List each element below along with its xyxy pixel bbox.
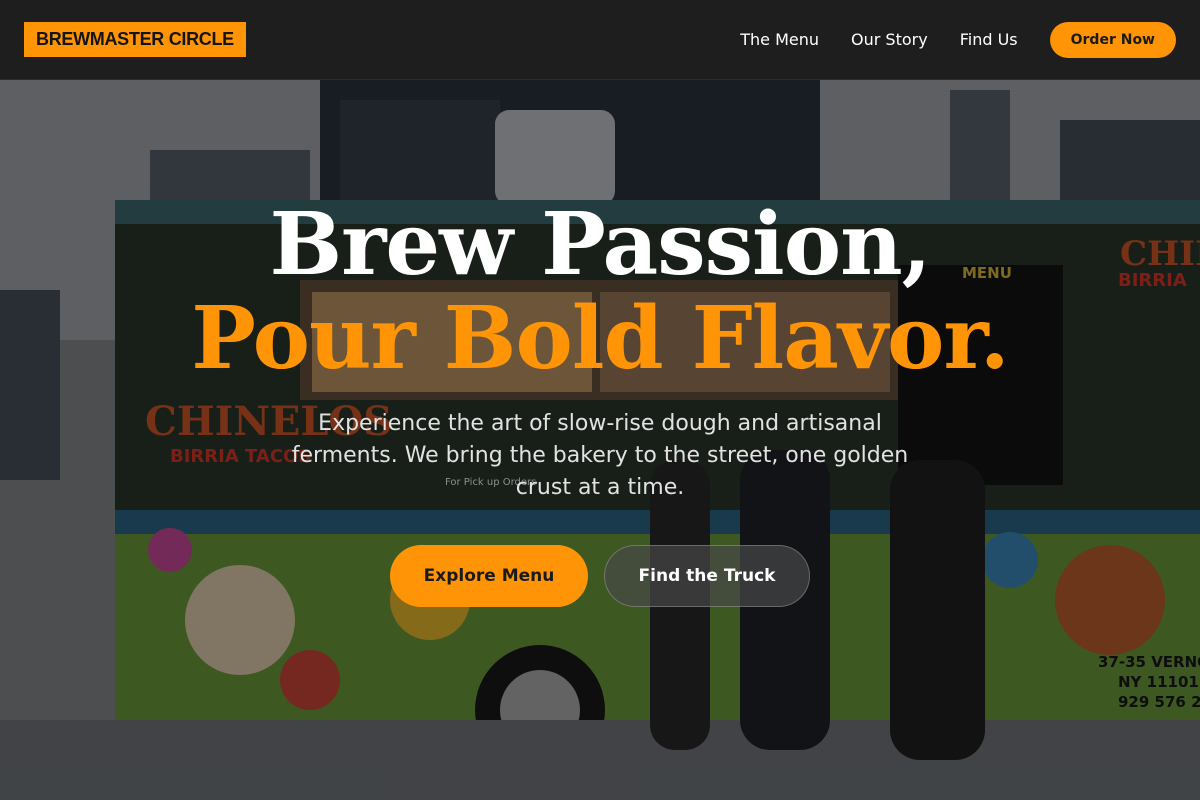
main-nav: The Menu Our Story Find Us Order Now <box>708 21 1176 58</box>
explore-menu-button[interactable]: Explore Menu <box>390 545 588 607</box>
site-header: BREWMASTER CIRCLE The Menu Our Story Fin… <box>0 0 1200 80</box>
hero-headline-line2: Pour Bold Flavor. <box>191 288 1009 389</box>
hero-headline-line1: Brew Passion, <box>269 194 931 295</box>
nav-link-story[interactable]: Our Story <box>851 30 928 49</box>
find-truck-button[interactable]: Find the Truck <box>604 545 810 607</box>
order-now-button[interactable]: Order Now <box>1049 21 1176 58</box>
nav-link-menu[interactable]: The Menu <box>740 30 819 49</box>
brand-logo[interactable]: BREWMASTER CIRCLE <box>24 22 246 57</box>
nav-link-find-us[interactable]: Find Us <box>960 30 1018 49</box>
hero-content: Brew Passion, Pour Bold Flavor. Experien… <box>0 80 1200 800</box>
hero-subtitle: Experience the art of slow-rise dough an… <box>291 411 909 500</box>
